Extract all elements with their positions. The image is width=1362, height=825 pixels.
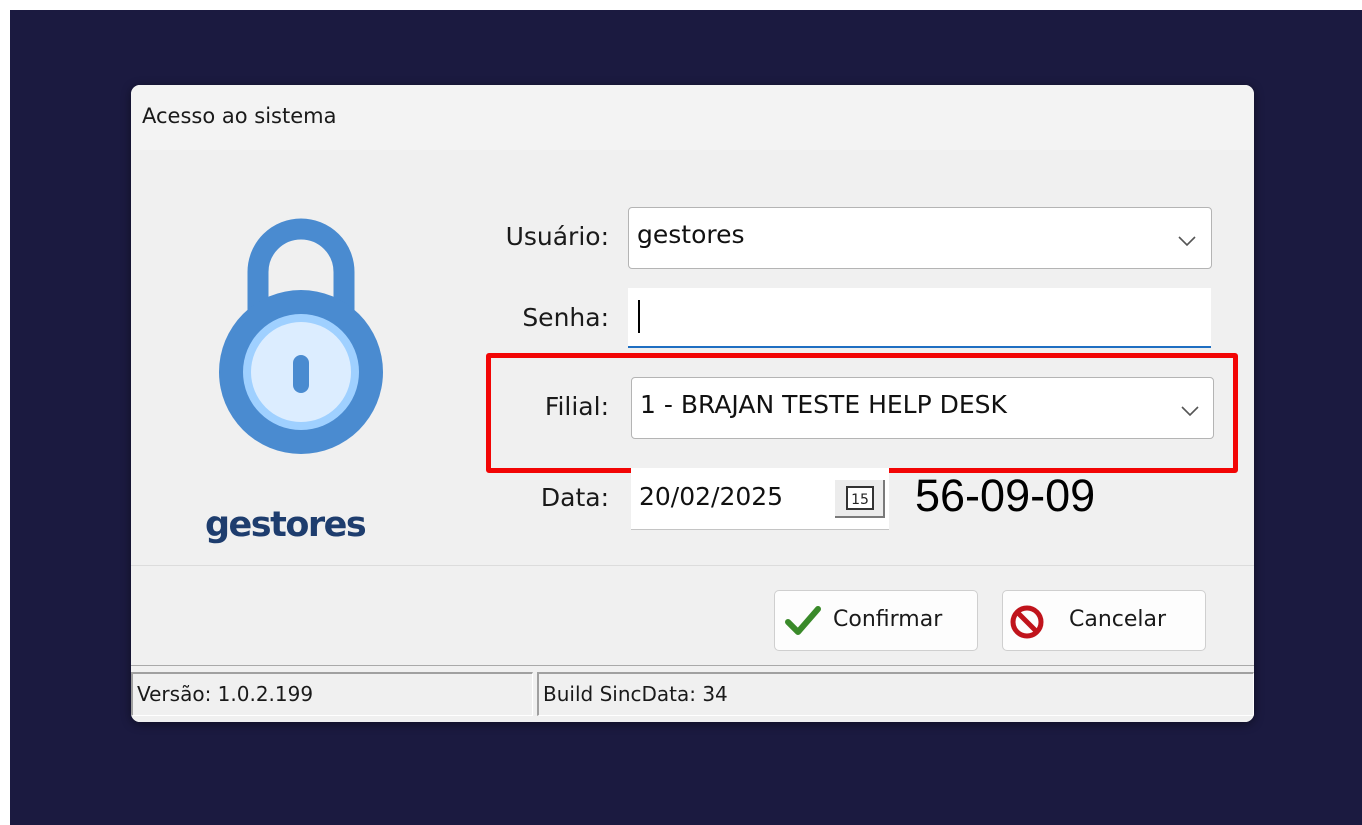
usuario-value: gestores xyxy=(637,220,745,249)
divider xyxy=(131,565,1254,566)
calendar-button[interactable]: 15 xyxy=(835,480,885,518)
chevron-down-icon[interactable] xyxy=(1177,234,1197,248)
highlight-box xyxy=(486,353,1238,473)
status-panel-version: Versão: 1.0.2.199 xyxy=(131,672,533,716)
window-title: Acesso ao sistema xyxy=(142,104,337,128)
usuario-label: Usuário: xyxy=(505,222,609,251)
data-value: 20/02/2025 xyxy=(639,482,784,511)
senha-label: Senha: xyxy=(522,303,609,332)
login-dialog: Acesso ao sistema gestores Usuário: gest… xyxy=(131,85,1254,722)
data-label: Data: xyxy=(540,483,609,512)
brand-logo: gestores xyxy=(205,505,367,545)
data-input[interactable]: 20/02/2025 15 xyxy=(631,468,889,530)
confirm-label: Confirmar xyxy=(833,607,943,632)
cancel-label: Cancelar xyxy=(1069,607,1167,632)
text-caret xyxy=(638,300,640,333)
status-panel-build: Build SincData: 34 xyxy=(537,672,1254,716)
build-text: Build SincData: 34 xyxy=(543,682,728,706)
calendar-icon: 15 xyxy=(846,486,874,510)
version-text: Versão: 1.0.2.199 xyxy=(137,682,314,706)
usuario-combobox[interactable]: gestores xyxy=(628,207,1212,269)
padlock-icon xyxy=(219,218,383,454)
status-bar: Versão: 1.0.2.199 Build SincData: 34 xyxy=(131,665,1254,722)
senha-input[interactable] xyxy=(628,288,1211,348)
title-bar: Acesso ao sistema xyxy=(131,85,1254,150)
svg-text:15: 15 xyxy=(851,492,869,508)
checkmark-icon xyxy=(785,606,821,635)
prohibited-icon xyxy=(1010,605,1044,639)
confirm-button[interactable]: Confirmar xyxy=(774,590,978,651)
cancel-button[interactable]: Cancelar xyxy=(1002,590,1206,651)
code-display: 56-09-09 xyxy=(915,470,1096,521)
